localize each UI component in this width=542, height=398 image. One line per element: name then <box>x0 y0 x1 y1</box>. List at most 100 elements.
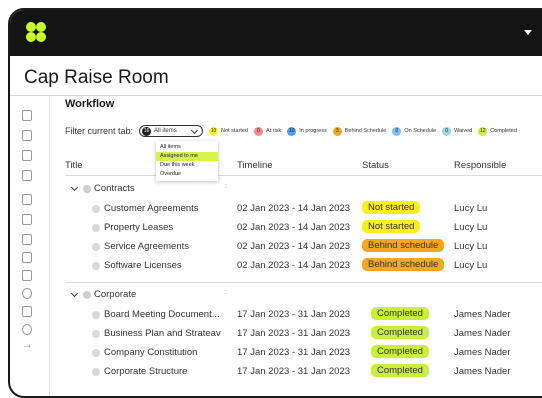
dollar-icon[interactable] <box>22 214 32 225</box>
group-header[interactable]: Contracts: <box>65 183 542 199</box>
filter-row: Filter current tab: 16 All items 10 Not s… <box>65 124 517 138</box>
legend-count-badge: 0 <box>442 126 452 136</box>
status-badge[interactable]: Not started <box>362 201 421 214</box>
status-badge[interactable]: Completed <box>371 326 429 339</box>
table-row[interactable]: Property Leases 02 Jan 2023 - 14 Jan 2023… <box>65 220 542 238</box>
row-title[interactable]: Corporate Structure <box>104 366 234 377</box>
info-icon[interactable] <box>22 324 32 335</box>
row-responsible: Lucy Lu <box>454 241 488 252</box>
column-header-status[interactable]: Status <box>362 160 389 171</box>
legend-item[interactable]: 10 Not started <box>209 126 248 136</box>
row-title[interactable]: Board Meeting Document... <box>104 309 234 320</box>
legend-count-badge: 0 <box>253 126 263 136</box>
row-title[interactable]: Property Leases <box>104 222 234 233</box>
table-header: Title Timeline Status Responsible <box>65 156 542 176</box>
column-header-title[interactable]: Title <box>65 160 83 171</box>
menu-item[interactable]: Due this week <box>156 161 218 170</box>
status-badge[interactable]: Completed <box>371 345 429 358</box>
legend-label: Behind Schedule <box>344 128 387 134</box>
row-timeline: 17 Jan 2023 - 31 Jan 2023 <box>237 347 351 358</box>
title-divider <box>10 95 542 96</box>
filter-selected-value: All items <box>154 128 177 134</box>
legend-count-badge: 3 <box>332 126 342 136</box>
row-status-dot <box>92 368 100 376</box>
row-status-dot <box>92 224 100 232</box>
row-timeline: 17 Jan 2023 - 31 Jan 2023 <box>237 309 351 320</box>
menu-item[interactable]: Assigned to me <box>156 152 218 161</box>
table-row[interactable]: Business Plan and Strateav 17 Jan 2023 - … <box>65 326 542 344</box>
table-row[interactable]: Software Licenses 02 Jan 2023 - 14 Jan 20… <box>65 258 542 276</box>
copy-icon[interactable] <box>22 150 32 161</box>
row-responsible: James Nader <box>454 366 511 377</box>
legend-label: Not started <box>221 128 248 134</box>
menu-item[interactable]: All items <box>156 143 218 152</box>
legend-count-badge: 10 <box>287 126 297 136</box>
row-timeline: 17 Jan 2023 - 31 Jan 2023 <box>237 328 351 339</box>
table-row[interactable]: Corporate Structure 17 Jan 2023 - 31 Jan … <box>65 364 542 382</box>
legend-item[interactable]: 0 Waived <box>442 126 472 136</box>
filter-menu: All items Assigned to me Due this week Over… <box>156 141 218 181</box>
top-bar <box>10 10 542 56</box>
arrow-right-icon[interactable]: → <box>22 340 34 351</box>
row-responsible: James Nader <box>454 309 511 320</box>
legend-item[interactable]: 3 Behind Schedule <box>332 126 387 136</box>
row-title[interactable]: Service Agreements <box>104 241 234 252</box>
row-responsible: James Nader <box>454 347 511 358</box>
status-legend: 10 Not started 0 At risk 10 In progress 3 Behin… <box>203 126 517 136</box>
row-title[interactable]: Customer Agreements <box>104 203 234 214</box>
group-status-dot <box>83 185 91 193</box>
page-title: Cap Raise Room <box>24 67 169 88</box>
list-icon[interactable] <box>22 194 32 205</box>
status-badge[interactable]: Not started <box>362 220 421 233</box>
stack-icon[interactable] <box>22 252 32 263</box>
legend-label: On Schedule <box>404 128 437 134</box>
group-header[interactable]: Corporate: <box>65 289 542 305</box>
logo-icon[interactable] <box>26 22 48 44</box>
legend-item[interactable]: 10 In progress <box>287 126 327 136</box>
status-badge[interactable]: Completed <box>371 307 429 320</box>
document-icon[interactable] <box>22 110 32 121</box>
row-status-dot <box>92 205 100 213</box>
legend-item[interactable]: 12 Completed <box>478 126 517 136</box>
filter-label: Filter current tab: <box>65 126 134 136</box>
group-marker: : <box>225 183 227 190</box>
legend-count-badge: 10 <box>209 126 219 136</box>
status-badge[interactable]: Behind schedule <box>362 258 445 271</box>
row-title[interactable]: Company Constitution <box>104 347 234 358</box>
status-badge[interactable]: Behind schedule <box>362 239 445 252</box>
legend-item[interactable]: 0 At risk <box>253 126 281 136</box>
settings-icon[interactable] <box>22 288 32 299</box>
status-badge[interactable]: Completed <box>371 364 429 377</box>
row-timeline: 17 Jan 2023 - 31 Jan 2023 <box>237 366 351 377</box>
section-heading: Workflow <box>65 98 115 110</box>
chevron-down-icon[interactable] <box>70 289 79 298</box>
archive-icon[interactable] <box>22 270 32 281</box>
dollar-icon[interactable] <box>22 130 32 141</box>
filter-dropdown[interactable]: 16 All items <box>139 125 204 137</box>
filter-count-badge: 16 <box>142 126 152 136</box>
row-responsible: Lucy Lu <box>454 222 488 233</box>
chevron-down-icon[interactable] <box>70 183 79 192</box>
row-timeline: 02 Jan 2023 - 14 Jan 2023 <box>237 203 351 214</box>
mail-icon[interactable] <box>22 306 32 317</box>
row-responsible: Lucy Lu <box>454 203 488 214</box>
row-title[interactable]: Business Plan and Strateav <box>104 328 234 339</box>
row-status-dot <box>92 243 100 251</box>
chevron-down-icon[interactable] <box>524 30 532 35</box>
legend-item[interactable]: 0 On Schedule <box>392 126 437 136</box>
column-header-responsible[interactable]: Responsible <box>454 160 506 171</box>
row-responsible: Lucy Lu <box>454 260 488 271</box>
column-header-timeline[interactable]: Timeline <box>237 160 273 171</box>
row-status-dot <box>92 330 100 338</box>
table-row[interactable]: Company Constitution 17 Jan 2023 - 31 Jan… <box>65 345 542 363</box>
group-label: Contracts <box>94 183 135 194</box>
row-timeline: 02 Jan 2023 - 14 Jan 2023 <box>237 260 351 271</box>
sidebar: → <box>10 96 50 396</box>
table-row[interactable]: Board Meeting Document... 17 Jan 2023 - 3… <box>65 307 542 325</box>
table-row[interactable]: Service Agreements 02 Jan 2023 - 14 Jan 2… <box>65 239 542 257</box>
table-row[interactable]: Customer Agreements 02 Jan 2023 - 14 Jan … <box>65 201 542 219</box>
copy-icon[interactable] <box>22 234 32 245</box>
row-title[interactable]: Software Licenses <box>104 260 234 271</box>
menu-item[interactable]: Overdue <box>156 170 218 179</box>
image-icon[interactable] <box>22 170 32 181</box>
